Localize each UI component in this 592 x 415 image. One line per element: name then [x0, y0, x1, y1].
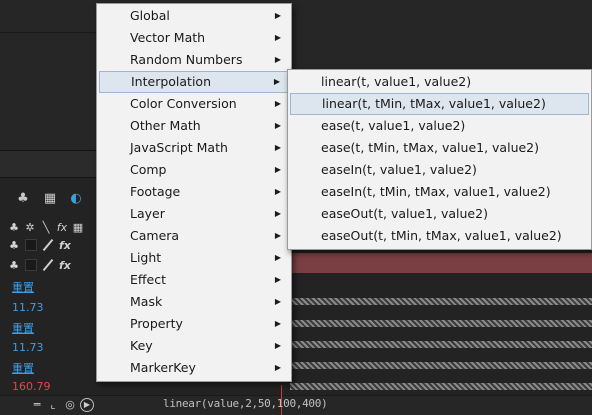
submenu-item-easein-range[interactable]: easeIn(t, tMin, tMax, value1, value2)	[288, 181, 591, 203]
menu-item-label: Footage	[130, 184, 181, 199]
menu-item-comp[interactable]: Comp ▶	[97, 159, 291, 181]
submenu-arrow-icon: ▶	[274, 363, 281, 372]
menu-item-label: Mask	[130, 294, 163, 309]
expression-field[interactable]: linear(value,2,50,100,400)	[163, 397, 328, 410]
keyframe-track	[290, 362, 592, 369]
submenu-item-easeout-range[interactable]: easeOut(t, tMin, tMax, value1, value2)	[288, 225, 591, 247]
submenu-arrow-icon: ▶	[274, 231, 281, 240]
menu-item-label: Color Conversion	[130, 96, 237, 111]
menu-item-color-conversion[interactable]: Color Conversion ▶	[97, 93, 291, 115]
submenu-arrow-icon: ▶	[273, 77, 280, 86]
submenu-arrow-icon: ▶	[274, 33, 281, 42]
motion-blur-icon[interactable]: ◐	[67, 189, 85, 207]
interpolation-submenu: linear(t, value1, value2) linear(t, tMin…	[287, 69, 592, 250]
layer-row[interactable]: ♣ fx	[8, 257, 71, 273]
menu-item-label: Interpolation	[131, 74, 211, 89]
keyframe-track	[290, 320, 592, 327]
submenu-item-easein[interactable]: easeIn(t, value1, value2)	[288, 159, 591, 181]
collapse-toggle[interactable]	[25, 239, 37, 251]
submenu-arrow-icon: ▶	[274, 187, 281, 196]
menu-item-light[interactable]: Light ▶	[97, 247, 291, 269]
submenu-item-linear-range[interactable]: linear(t, tMin, tMax, value1, value2)	[290, 93, 589, 115]
submenu-arrow-icon: ▶	[274, 121, 281, 130]
property-value-expression[interactable]: 160.79	[12, 380, 51, 393]
submenu-item-ease[interactable]: ease(t, value1, value2)	[288, 115, 591, 137]
menu-item-random-numbers[interactable]: Random Numbers ▶	[97, 49, 291, 71]
frame-blending-icon[interactable]: ▦	[41, 189, 59, 207]
menu-item-label: Vector Math	[130, 30, 206, 45]
menu-item-label: Global	[130, 8, 170, 23]
collapse-toggle[interactable]	[25, 259, 37, 271]
menu-item-label: Comp	[130, 162, 167, 177]
menu-item-key[interactable]: Key ▶	[97, 335, 291, 357]
menu-item-label: Layer	[130, 206, 165, 221]
menu-item-label: Camera	[130, 228, 180, 243]
submenu-arrow-icon: ▶	[274, 209, 281, 218]
panel-divider	[0, 32, 100, 33]
menu-item-global[interactable]: Global ▶	[97, 5, 291, 27]
expression-language-menu: Global ▶ Vector Math ▶ Random Numbers ▶ Int…	[96, 3, 292, 382]
property-value[interactable]: 11.73	[12, 341, 44, 354]
keyframe-track	[290, 383, 592, 390]
menu-item-label: MarkerKey	[130, 360, 196, 375]
menu-item-label: Random Numbers	[130, 52, 243, 67]
menu-item-effect[interactable]: Effect ▶	[97, 269, 291, 291]
shy-icon[interactable]: ♣	[8, 239, 20, 252]
menu-item-label: Light	[130, 250, 162, 265]
menu-item-other-math[interactable]: Other Math ▶	[97, 115, 291, 137]
menu-item-footage[interactable]: Footage ▶	[97, 181, 291, 203]
submenu-arrow-icon: ▶	[274, 143, 281, 152]
menu-item-vector-math[interactable]: Vector Math ▶	[97, 27, 291, 49]
submenu-arrow-icon: ▶	[274, 275, 281, 284]
submenu-arrow-icon: ▶	[274, 253, 281, 262]
submenu-arrow-icon: ▶	[274, 55, 281, 64]
quality-toggle[interactable]	[42, 259, 54, 271]
menu-item-mask[interactable]: Mask ▶	[97, 291, 291, 313]
expression-language-menu-icon[interactable]: ▶	[80, 398, 94, 412]
quality-icon[interactable]: ╲	[40, 221, 52, 234]
menu-item-label: Effect	[130, 272, 166, 287]
reset-link[interactable]: 重置	[12, 320, 34, 336]
keyframe-track	[290, 298, 592, 305]
menu-item-label: Other Math	[130, 118, 201, 133]
menu-item-label: JavaScript Math	[130, 140, 228, 155]
submenu-arrow-icon: ▶	[274, 165, 281, 174]
submenu-item-linear[interactable]: linear(t, value1, value2)	[288, 71, 591, 93]
menu-item-property[interactable]: Property ▶	[97, 313, 291, 335]
menu-item-label: Property	[130, 316, 183, 331]
effects-fx-icon[interactable]: fx	[59, 239, 71, 252]
menu-item-camera[interactable]: Camera ▶	[97, 225, 291, 247]
submenu-arrow-icon: ▶	[274, 297, 281, 306]
submenu-arrow-icon: ▶	[274, 319, 281, 328]
shy-icon[interactable]: ♣	[8, 221, 20, 234]
menu-item-interpolation[interactable]: Interpolation ▶	[99, 71, 289, 93]
submenu-item-easeout[interactable]: easeOut(t, value1, value2)	[288, 203, 591, 225]
submenu-arrow-icon: ▶	[274, 341, 281, 350]
layer-switches-header: ♣ ✲ ╲ fx ▦	[8, 219, 84, 235]
effects-fx-icon[interactable]: fx	[56, 221, 68, 234]
shy-icon[interactable]: ♣	[8, 259, 20, 272]
graph-editor-icon[interactable]: ⌞	[46, 398, 60, 412]
submenu-arrow-icon: ▶	[274, 99, 281, 108]
pick-whip-icon[interactable]: ◎	[63, 398, 77, 412]
quality-toggle[interactable]	[42, 239, 54, 251]
menu-item-layer[interactable]: Layer ▶	[97, 203, 291, 225]
collapse-icon[interactable]: ✲	[24, 221, 36, 234]
reset-link[interactable]: 重置	[12, 279, 34, 295]
menu-item-markerkey[interactable]: MarkerKey ▶	[97, 357, 291, 379]
menu-item-label: Key	[130, 338, 153, 353]
submenu-arrow-icon: ▶	[274, 11, 281, 20]
reset-link[interactable]: 重置	[12, 360, 34, 376]
layer-duration-bar[interactable]	[290, 253, 592, 273]
frame-blend-icon[interactable]: ▦	[72, 221, 84, 234]
layer-row[interactable]: ♣ fx	[8, 237, 71, 253]
expression-enable-icon[interactable]: ═	[30, 398, 44, 412]
menu-item-javascript-math[interactable]: JavaScript Math ▶	[97, 137, 291, 159]
submenu-item-ease-range[interactable]: ease(t, tMin, tMax, value1, value2)	[288, 137, 591, 159]
property-value[interactable]: 11.73	[12, 301, 44, 314]
effects-fx-icon[interactable]: fx	[59, 259, 71, 272]
keyframe-track	[290, 341, 592, 348]
shy-layers-icon[interactable]: ♣	[14, 189, 32, 207]
